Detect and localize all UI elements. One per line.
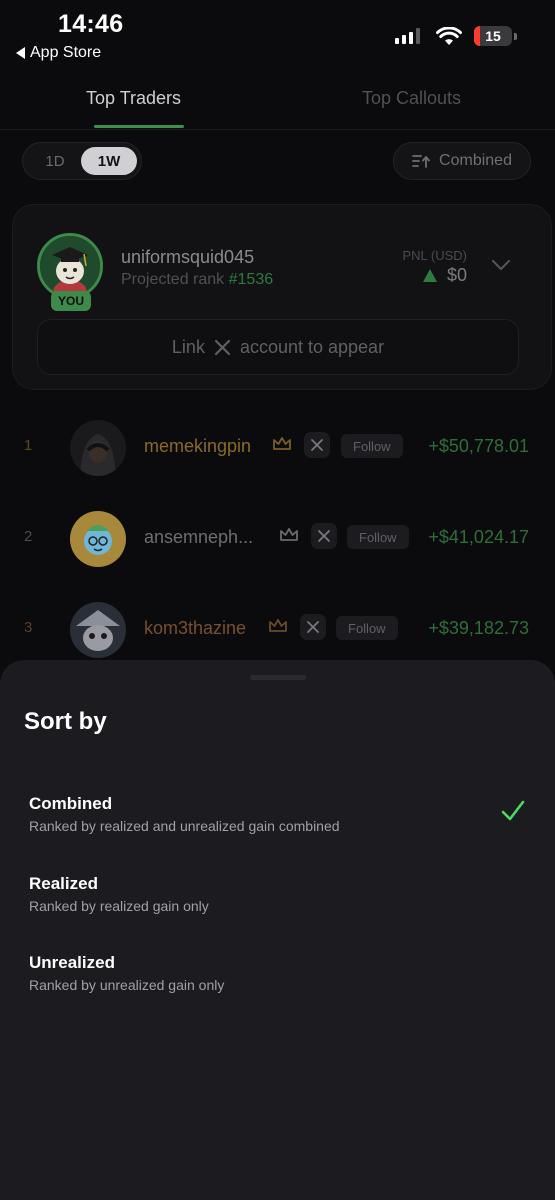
- cellular-signal-icon: [395, 28, 420, 44]
- sort-option-title: Unrealized: [29, 953, 115, 972]
- trader-rank: 3: [24, 619, 33, 636]
- user-avatar[interactable]: [37, 233, 103, 299]
- hooded-figure-avatar: [70, 420, 126, 476]
- period-option-1d[interactable]: 1D: [33, 147, 77, 175]
- projected-rank-value: #1536: [228, 271, 274, 288]
- wifi-icon: [436, 26, 462, 45]
- battery-percent: 15: [485, 28, 501, 44]
- you-badge: YOU: [51, 291, 91, 311]
- follow-button[interactable]: Follow: [336, 616, 398, 640]
- trader-pnl: +$41,024.17: [428, 527, 529, 547]
- crown-icon: [273, 437, 291, 450]
- graduate-mascot-avatar: [40, 236, 100, 296]
- user-rank-card: YOU uniformsquid045 Projected rank #1536…: [12, 204, 552, 390]
- trader-pnl: +$50,778.01: [428, 436, 529, 456]
- trader-avatar[interactable]: [70, 511, 126, 567]
- status-time: 14:46: [58, 10, 124, 38]
- sheet-drag-handle[interactable]: [250, 675, 306, 680]
- back-caret-icon: [16, 47, 25, 59]
- battery-indicator: 15: [474, 26, 512, 46]
- battery-level: [474, 26, 480, 46]
- tab-top-traders[interactable]: Top Traders: [86, 88, 181, 109]
- sort-button[interactable]: Combined: [393, 142, 531, 180]
- sort-option-description: Ranked by unrealized gain only: [29, 977, 225, 993]
- up-triangle-icon: [422, 269, 437, 282]
- x-profile-button[interactable]: [300, 614, 326, 640]
- follow-button[interactable]: Follow: [347, 525, 409, 549]
- period-option-1w[interactable]: 1W: [81, 147, 137, 175]
- sort-bottom-sheet: Sort by Combined Ranked by realized and …: [0, 660, 555, 1200]
- x-logo-icon: [214, 339, 231, 355]
- back-app-label: App Store: [30, 44, 102, 61]
- trader-row[interactable]: 1 memekingpin Follow +$50,778.01: [0, 418, 555, 478]
- sort-option-combined[interactable]: Combined Ranked by realized and unrealiz…: [0, 794, 555, 864]
- follow-button[interactable]: Follow: [341, 434, 403, 458]
- sort-option-realized[interactable]: Realized Ranked by realized gain only: [0, 874, 555, 944]
- sort-option-title: Combined: [29, 794, 113, 813]
- trader-name[interactable]: ansemneph...: [144, 527, 253, 548]
- checkmark-icon: [501, 800, 525, 821]
- pnl-value: $0: [422, 265, 467, 286]
- tab-top-callouts[interactable]: Top Callouts: [362, 88, 461, 109]
- cat-with-hat-avatar: [70, 602, 126, 658]
- trader-avatar[interactable]: [70, 420, 126, 476]
- x-logo-icon: [318, 530, 330, 542]
- trader-avatar[interactable]: [70, 602, 126, 658]
- trader-row[interactable]: 2 ansemneph... Follow +$41,024.17: [0, 509, 555, 569]
- sort-option-title: Realized: [29, 874, 98, 893]
- sort-option-description: Ranked by realized and unrealized gain c…: [29, 818, 340, 834]
- projected-rank-label: Projected rank: [121, 271, 225, 288]
- link-suffix-label: account to appear: [239, 336, 385, 357]
- trader-name[interactable]: kom3thazine: [144, 618, 246, 639]
- tab-bar: Top Traders Top Callouts: [0, 80, 555, 130]
- trader-rank: 1: [24, 437, 33, 454]
- x-profile-button[interactable]: [304, 432, 330, 458]
- trader-pnl: +$39,182.73: [428, 618, 529, 638]
- sort-icon: [412, 155, 430, 168]
- pnl-label: PNL (USD): [402, 248, 467, 263]
- status-bar: 14:46 App Store 15: [0, 0, 555, 70]
- crown-icon: [280, 528, 298, 541]
- pnl-amount: $0: [446, 265, 467, 285]
- chevron-down-icon[interactable]: [491, 259, 511, 271]
- user-name: uniformsquid045: [121, 247, 255, 267]
- link-x-account-button[interactable]: Link account to appear: [37, 319, 519, 375]
- trader-name[interactable]: memekingpin: [144, 436, 251, 457]
- cartoon-character-avatar: [70, 511, 126, 567]
- sort-button-label: Combined: [439, 152, 512, 169]
- period-toggle: 1D 1W: [22, 142, 142, 180]
- trader-row[interactable]: 3 kom3thazine Follow +$39,182.73: [0, 600, 555, 660]
- battery-nub: [514, 32, 517, 40]
- projected-rank: Projected rank #1536: [121, 271, 273, 289]
- x-profile-button[interactable]: [311, 523, 337, 549]
- x-logo-icon: [311, 439, 323, 451]
- active-tab-indicator: [94, 125, 184, 128]
- sort-option-description: Ranked by realized gain only: [29, 898, 209, 914]
- link-prefix-label: Link: [171, 336, 205, 357]
- status-indicators: 15: [394, 26, 517, 46]
- back-to-app-store-link[interactable]: App Store: [16, 44, 101, 62]
- sort-option-unrealized[interactable]: Unrealized Ranked by unrealized gain onl…: [0, 953, 555, 1023]
- x-logo-icon: [307, 621, 319, 633]
- sheet-title: Sort by: [24, 708, 107, 735]
- trader-rank: 2: [24, 528, 33, 545]
- crown-icon: [269, 619, 287, 632]
